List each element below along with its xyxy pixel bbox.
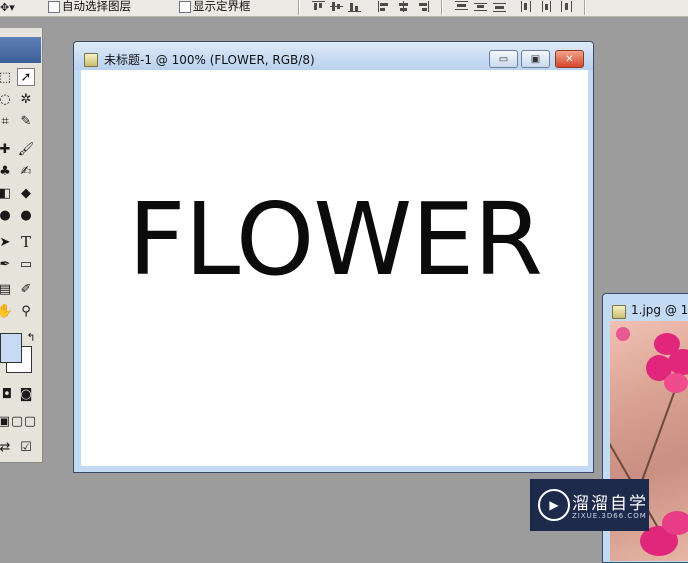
path-selection-icon[interactable]: ➤ xyxy=(0,233,14,251)
distribute-left-icon[interactable] xyxy=(521,1,534,12)
align-right-icon[interactable] xyxy=(416,1,429,12)
hand-tool-icon[interactable]: ✋ xyxy=(0,302,14,320)
align-top-icon[interactable] xyxy=(312,1,325,12)
slice-tool-icon[interactable]: ✎ xyxy=(17,112,35,130)
foreground-color-swatch[interactable] xyxy=(0,333,22,363)
paint-bucket-icon[interactable]: ◆ xyxy=(17,184,35,202)
flower-text-layer[interactable]: FLOWER xyxy=(105,190,565,290)
standard-mode-icon[interactable]: ◘ xyxy=(0,385,16,403)
brush-tool-icon[interactable]: 🖌 xyxy=(17,140,35,158)
imageready-jump-icon[interactable]: ⇄ xyxy=(0,438,14,456)
rectangle-tool-icon[interactable]: ▭ xyxy=(17,255,35,273)
document-window[interactable]: 未标题-1 @ 100% (FLOWER, RGB/8) ▭ ▣ ✕ FLOWE… xyxy=(73,41,594,473)
maximize-icon: ▣ xyxy=(530,53,541,65)
minimize-button[interactable]: ▭ xyxy=(489,50,518,68)
distribute-vcenter-icon[interactable] xyxy=(474,1,487,12)
show-bounds-checkbox[interactable] xyxy=(179,1,191,13)
separator xyxy=(441,0,443,15)
options-bar: ✥▾ 自动选择图层 显示定界框 xyxy=(0,0,688,17)
maximize-button[interactable]: ▣ xyxy=(521,50,550,68)
zoom-tool-icon[interactable]: ⚲ xyxy=(17,302,35,320)
photoshop-feather-icon[interactable] xyxy=(0,37,41,63)
second-document-title: 1.jpg @ 1 xyxy=(631,303,688,317)
swap-colors-icon[interactable]: ↰ xyxy=(22,328,40,346)
lasso-tool-icon[interactable]: ◌ xyxy=(0,90,14,108)
crop-tool-icon[interactable]: ⌗ xyxy=(0,112,14,130)
align-hcenter-icon[interactable] xyxy=(397,1,410,12)
flower-petal xyxy=(662,511,688,535)
quick-mask-icon[interactable]: ◙ xyxy=(17,385,35,403)
distribute-top-icon[interactable] xyxy=(455,1,468,12)
eraser-tool-icon[interactable]: ◧ xyxy=(0,184,14,202)
healing-brush-icon[interactable]: ✚ xyxy=(0,140,14,158)
blur-tool-icon[interactable]: ● xyxy=(0,206,14,224)
flower-petal xyxy=(616,327,630,341)
close-button[interactable]: ✕ xyxy=(555,50,584,68)
watermark-url: ZIXUE.3D66.COM xyxy=(572,512,647,520)
minimize-icon: ▭ xyxy=(498,53,509,65)
align-vcenter-icon[interactable] xyxy=(330,1,343,12)
align-left-icon[interactable] xyxy=(378,1,391,12)
pen-tool-icon[interactable]: ✒ xyxy=(0,255,14,273)
move-tool-icon[interactable]: ➚ xyxy=(17,68,35,86)
align-bottom-icon[interactable] xyxy=(348,1,361,12)
marquee-tool-icon[interactable]: ⬚ xyxy=(0,68,14,86)
dodge-tool-icon[interactable]: ● xyxy=(17,206,35,224)
notes-tool-icon[interactable]: ▤ xyxy=(0,280,14,298)
watermark-brand: 溜溜自学 xyxy=(572,494,648,514)
flower-petal xyxy=(664,373,688,393)
show-bounds-label: 显示定界框 xyxy=(193,0,251,13)
separator xyxy=(298,0,300,15)
document-titlebar[interactable]: 未标题-1 @ 100% (FLOWER, RGB/8) ▭ ▣ ✕ xyxy=(74,42,593,70)
type-tool-icon[interactable]: T xyxy=(17,233,35,251)
distribute-bottom-icon[interactable] xyxy=(493,1,506,12)
document-canvas[interactable]: FLOWER xyxy=(81,70,588,466)
history-brush-icon[interactable]: ✍ xyxy=(17,162,35,180)
document-title: 未标题-1 @ 100% (FLOWER, RGB/8) xyxy=(104,53,315,67)
screen-mode-full-black-icon[interactable]: ▢ xyxy=(21,412,39,430)
watermark: ▶ 溜溜自学 ZIXUE.3D66.COM xyxy=(530,479,649,531)
auto-select-checkbox[interactable] xyxy=(48,1,60,13)
clone-stamp-icon[interactable]: ♣ xyxy=(0,162,14,180)
play-logo-icon: ▶ xyxy=(538,489,570,521)
document-icon xyxy=(612,305,626,319)
toolbox: ⬚ ➚ ◌ ✲ ⌗ ✎ ✚ 🖌 ♣ ✍ ◧ ◆ ● ● ➤ T ✒ ▭ ▤ ✐ … xyxy=(0,28,43,463)
close-icon: ✕ xyxy=(565,53,574,65)
eyedropper-icon[interactable]: ✐ xyxy=(17,280,35,298)
separator xyxy=(584,0,586,15)
auto-select-label: 自动选择图层 xyxy=(62,0,131,13)
document-icon xyxy=(84,53,98,67)
edit-in-imageready-icon[interactable]: ☑ xyxy=(17,438,35,456)
magic-wand-icon[interactable]: ✲ xyxy=(17,90,35,108)
move-tool-options-icon[interactable]: ✥▾ xyxy=(0,1,15,14)
distribute-right-icon[interactable] xyxy=(559,1,572,12)
distribute-hcenter-icon[interactable] xyxy=(540,1,553,12)
